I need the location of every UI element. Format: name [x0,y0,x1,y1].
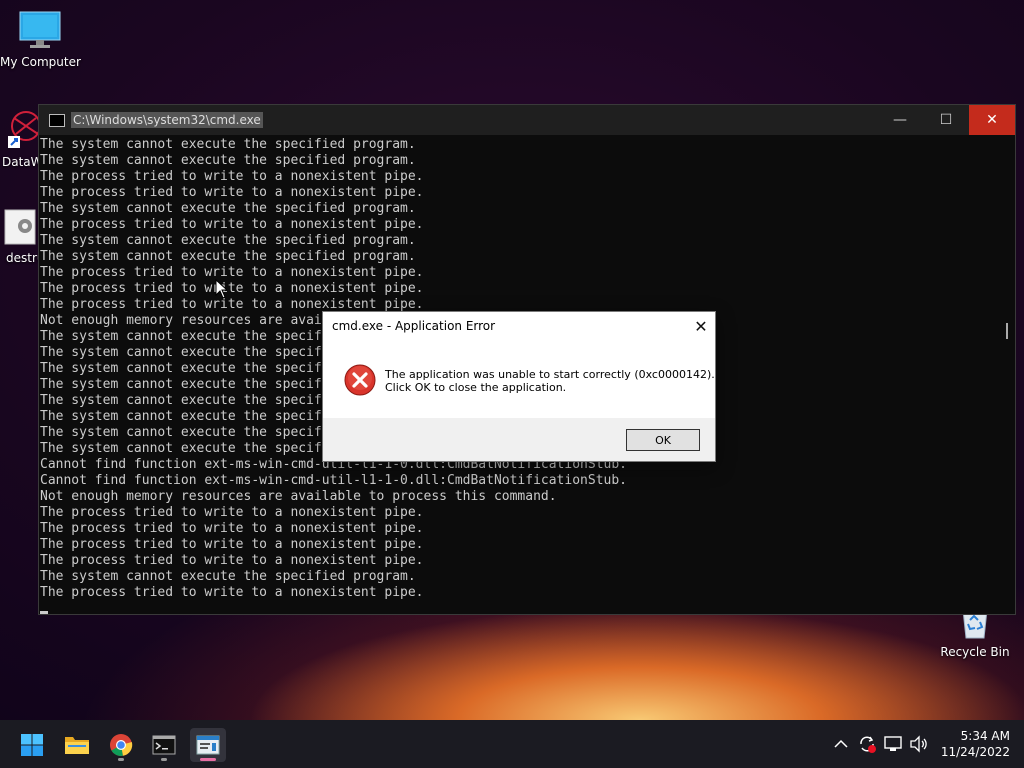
console-line: The process tried to write to a nonexist… [40,505,424,520]
minimize-icon: — [893,112,907,128]
system-tray: 5:34 AM 11/24/2022 [829,720,1024,768]
console-line: The process tried to write to a nonexist… [40,537,424,552]
console-line: The process tried to write to a nonexist… [40,185,424,200]
folder-icon [65,737,89,754]
console-line: The process tried to write to a nonexist… [40,169,424,184]
taskbar: 5:34 AM 11/24/2022 [0,720,1024,768]
error-icon [344,364,376,396]
speaker-icon [910,735,927,753]
sync-status-button[interactable] [855,732,879,756]
console-line: The process tried to write to a nonexist… [40,265,424,280]
network-button[interactable] [881,732,905,756]
active-indicator [200,758,216,761]
terminal-icon [152,735,176,755]
console-line: Not enough memory resources are availabl… [40,489,557,504]
console-line: The process tried to write to a nonexist… [40,521,424,536]
dialog-title: cmd.exe - Application Error [332,319,496,333]
desktop-icon-label: Recycle Bin [940,645,1010,659]
running-indicator [161,758,167,761]
desktop-icon-label: destru [6,251,45,265]
console-line: The system cannot execute the specified … [40,137,416,152]
monitor-icon [19,11,61,48]
application-error-dialog[interactable]: cmd.exe - Application Error ✕ The applic… [322,311,716,462]
vertical-scrollbar[interactable] [999,135,1015,614]
desktop-icon-recycle-bin[interactable]: Recycle Bin [935,609,1015,659]
terminal-button[interactable] [146,728,182,762]
maximize-icon: ☐ [939,112,953,128]
cmd-app-button[interactable] [190,728,226,762]
clock-date: 11/24/2022 [940,745,1010,759]
mouse-pointer-icon [215,279,227,299]
running-indicator [118,758,124,761]
show-hidden-icons-button[interactable] [829,732,853,756]
dialog-footer: OK [323,418,715,461]
cmd-title-bar[interactable]: C:\Windows\system32\cmd.exe — ☐ ✕ [39,105,1015,135]
dialog-message-line: The application was unable to start corr… [385,368,715,381]
console-line: The process tried to write to a nonexist… [40,281,424,296]
cmd-window-title: C:\Windows\system32\cmd.exe [71,112,263,128]
chrome-button[interactable] [103,728,139,762]
chevron-up-icon [834,739,848,748]
dialog-title-bar[interactable]: cmd.exe - Application Error ✕ [323,312,715,340]
console-line: The system cannot execute the specified … [40,569,416,584]
console-line: The process tried to write to a nonexist… [40,585,424,600]
text-cursor [40,611,48,614]
console-line: The system cannot execute the specified … [40,233,416,248]
console-line: The system cannot execute the specified … [40,201,416,216]
console-line: Cannot find function ext-ms-win-cmd-util… [40,473,627,488]
desktop-icon-destru[interactable]: destru [0,208,45,265]
network-icon [884,736,902,751]
app-window-icon [196,735,220,755]
console-line: The system cannot execute the specified … [40,153,416,168]
scrollbar-thumb[interactable] [1006,323,1008,339]
console-line: The process tried to write to a nonexist… [40,217,424,232]
console-line: The process tried to write to a nonexist… [40,553,424,568]
chrome-icon [110,734,133,756]
dialog-close-button[interactable]: ✕ [687,312,715,340]
sync-error-icon [860,736,876,753]
gear-file-icon [4,209,36,245]
close-button[interactable]: ✕ [969,105,1015,135]
file-explorer-button[interactable] [59,728,95,762]
dialog-message-line: Click OK to close the application. [385,381,567,394]
desktop-icon-dataw[interactable]: DataW [0,110,43,169]
close-icon: ✕ [694,316,708,336]
maximize-button[interactable]: ☐ [923,105,969,135]
ok-button[interactable]: OK [626,429,700,451]
start-button[interactable] [14,728,50,762]
app-shortcut-icon [8,111,41,148]
console-line: The system cannot execute the specified … [40,249,416,264]
clock-button[interactable]: 5:34 AM 11/24/2022 [941,728,1010,760]
minimize-button[interactable]: — [877,105,923,135]
dialog-message: The application was unable to start corr… [385,368,715,394]
desktop-icon-label: My Computer [0,55,81,69]
desktop-icon-label: DataW [2,155,43,169]
desktop-icon-my-computer[interactable]: My Computer [0,10,81,69]
cmd-app-icon [49,113,65,127]
volume-button[interactable] [907,732,931,756]
clock-time: 5:34 AM [960,729,1010,743]
windows-logo-icon [21,734,43,756]
close-icon: ✕ [986,112,998,128]
